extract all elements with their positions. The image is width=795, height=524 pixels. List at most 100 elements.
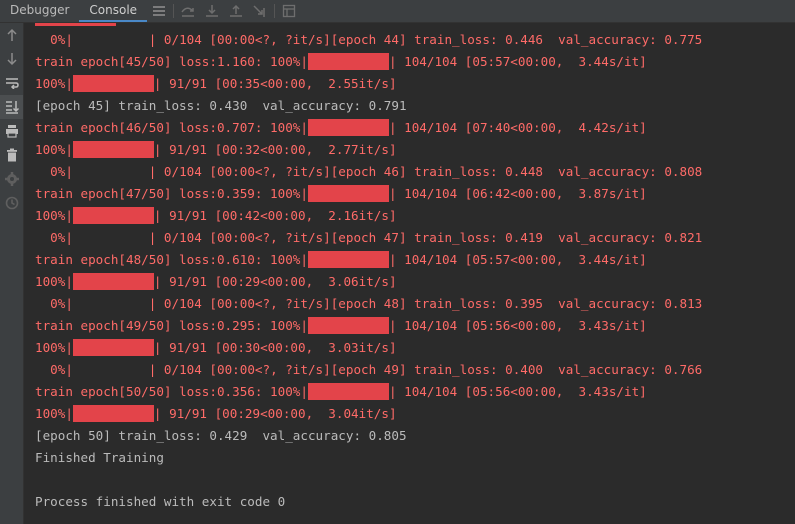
progress-bar-empty (73, 230, 149, 245)
toolbar-separator (274, 4, 276, 18)
console-line-suffix: | 91/91 [00:30<00:00, 3.03it/s] (153, 340, 397, 355)
console-line: 0%| | 0/104 [00:00<?, ?it/s][epoch 47] t… (35, 227, 702, 249)
console-line-text: 100%| (35, 208, 73, 223)
step-over-icon[interactable] (176, 0, 200, 22)
console-line: train epoch[49/50] loss:0.295: 100%| | 10… (35, 315, 702, 337)
soft-wrap-icon[interactable] (0, 71, 23, 95)
scroll-to-end-icon[interactable] (0, 95, 23, 119)
console-line: train epoch[50/50] loss:0.356: 100%| | 10… (35, 381, 702, 403)
console-line-suffix: | 91/91 [00:32<00:00, 2.77it/s] (153, 142, 397, 157)
console-line-suffix: | 104/104 [05:56<00:00, 3.43s/it] (388, 384, 647, 399)
console-line: 100%| | 91/91 [00:29<00:00, 3.06it/s] (35, 271, 702, 293)
progress-bar-empty (73, 32, 149, 47)
console-line-text: 100%| (35, 340, 73, 355)
step-out-icon[interactable] (224, 0, 248, 22)
settings-icon[interactable] (0, 167, 23, 191)
console-line-text: train epoch[50/50] loss:0.356: 100%| (35, 384, 308, 399)
console-line: [epoch 45] train_loss: 0.430 val_accurac… (35, 95, 702, 117)
console-line: train epoch[47/50] loss:0.359: 100%| | 10… (35, 183, 702, 205)
console-line-suffix: | 104/104 [05:57<00:00, 3.44s/it] (388, 252, 647, 267)
console-line: Finished Training (35, 447, 702, 469)
console-line-text: 0%| (35, 362, 73, 377)
progress-bar-fill (307, 53, 389, 70)
console-line-suffix: | 91/91 [00:29<00:00, 3.06it/s] (153, 274, 397, 289)
console-line-suffix: | 0/104 [00:00<?, ?it/s][epoch 47] train… (148, 230, 703, 245)
console-line-suffix: | 0/104 [00:00<?, ?it/s][epoch 44] train… (148, 32, 703, 47)
console-line-suffix: | 104/104 [05:57<00:00, 3.44s/it] (388, 54, 647, 69)
progress-bar-fill (72, 75, 154, 92)
console-line: 100%| | 91/91 [00:29<00:00, 3.04it/s] (35, 403, 702, 425)
console-line: 100%| | 91/91 [00:30<00:00, 3.03it/s] (35, 337, 702, 359)
console-line-text: 0%| (35, 164, 73, 179)
console-line-text: [epoch 50] train_loss: 0.429 val_accurac… (35, 428, 407, 443)
progress-bar-fill (72, 207, 154, 224)
console-line: 0%| | 0/104 [00:00<?, ?it/s][epoch 49] t… (35, 359, 702, 381)
arrow-up-icon[interactable] (0, 23, 23, 47)
console-line: 0%| | 0/104 [00:00<?, ?it/s][epoch 44] t… (35, 29, 702, 51)
progress-bar-fill (72, 141, 154, 158)
console-line-suffix: | 104/104 [05:56<00:00, 3.43s/it] (388, 318, 647, 333)
progress-bar-fill (307, 383, 389, 400)
progress-bar-fill (307, 119, 389, 136)
console-line-suffix: | 91/91 [00:35<00:00, 2.55it/s] (153, 76, 397, 91)
evaluate-icon[interactable] (277, 0, 301, 22)
console-line-text: train epoch[49/50] loss:0.295: 100%| (35, 318, 308, 333)
console-line-text: Finished Training (35, 450, 164, 465)
console-line-text: 0%| (35, 32, 73, 47)
console-line-suffix: | 0/104 [00:00<?, ?it/s][epoch 49] train… (148, 362, 703, 377)
tab-console[interactable]: Console (79, 0, 148, 22)
console-line-suffix: | 0/104 [00:00<?, ?it/s][epoch 46] train… (148, 164, 703, 179)
history-icon[interactable] (0, 191, 23, 215)
console-line: [epoch 50] train_loss: 0.429 val_accurac… (35, 425, 702, 447)
progress-bar-empty (73, 362, 149, 377)
progress-bar-fill (72, 339, 154, 356)
tab-debugger[interactable]: Debugger (0, 0, 79, 22)
console-line-text: train epoch[47/50] loss:0.359: 100%| (35, 186, 308, 201)
console-line: train epoch[45/50] loss:1.160: 100%| | 10… (35, 51, 702, 73)
console-line-text: 100%| (35, 406, 73, 421)
console-line: train epoch[46/50] loss:0.707: 100%| | 10… (35, 117, 702, 139)
print-icon[interactable] (0, 119, 23, 143)
progress-bar-fill (35, 23, 116, 26)
console-line: 100%| | 91/91 [00:42<00:00, 2.16it/s] (35, 205, 702, 227)
console-line: 100%| | 91/91 [00:35<00:00, 2.55it/s] (35, 73, 702, 95)
run-to-cursor-icon[interactable] (248, 0, 272, 22)
console-line-text: [epoch 45] train_loss: 0.430 val_accurac… (35, 98, 407, 113)
console-line: Process finished with exit code 0 (35, 491, 702, 513)
progress-bar-empty (73, 164, 149, 179)
console-line-text: 100%| (35, 274, 73, 289)
console-line-text: 0%| (35, 296, 73, 311)
console-sidebar (0, 23, 24, 524)
console-line-suffix: | 104/104 [07:40<00:00, 4.42s/it] (388, 120, 647, 135)
console-line: 0%| | 0/104 [00:00<?, ?it/s][epoch 46] t… (35, 161, 702, 183)
console-output[interactable]: 0%| | 0/104 [00:00<?, ?it/s][epoch 44] t… (24, 23, 795, 524)
tool-window-header: Debugger Console (0, 0, 795, 23)
progress-bar-fill (307, 317, 389, 334)
console-line-suffix: | 91/91 [00:29<00:00, 3.04it/s] (153, 406, 397, 421)
toolbar-separator (173, 4, 175, 18)
console-line-text: train epoch[46/50] loss:0.707: 100%| (35, 120, 308, 135)
progress-bar-fill (72, 273, 154, 290)
progress-bar-fill (307, 185, 389, 202)
progress-bar-empty (73, 296, 149, 311)
console-line-suffix: | 0/104 [00:00<?, ?it/s][epoch 48] train… (148, 296, 703, 311)
console-line: train epoch[48/50] loss:0.610: 100%| | 10… (35, 249, 702, 271)
console-line-text: train epoch[45/50] loss:1.160: 100%| (35, 54, 308, 69)
step-into-icon[interactable] (200, 0, 224, 22)
trash-icon[interactable] (0, 143, 23, 167)
console-line: 0%| | 0/104 [00:00<?, ?it/s][epoch 48] t… (35, 293, 702, 315)
progress-bar-fill (72, 405, 154, 422)
console-line-text: 100%| (35, 76, 73, 91)
threads-icon[interactable] (147, 0, 171, 22)
console-line-suffix: | 91/91 [00:42<00:00, 2.16it/s] (153, 208, 397, 223)
console-line-text: 100%| (35, 142, 73, 157)
console-line-text: 0%| (35, 230, 73, 245)
console-line: 100%| | 91/91 [00:32<00:00, 2.77it/s] (35, 139, 702, 161)
console-line-text: train epoch[48/50] loss:0.610: 100%| (35, 252, 308, 267)
progress-bar-fill (307, 251, 389, 268)
console-lines: 0%| | 0/104 [00:00<?, ?it/s][epoch 44] t… (35, 23, 702, 513)
console-line-text: Process finished with exit code 0 (35, 494, 286, 509)
console-line-suffix: | 104/104 [06:42<00:00, 3.87s/it] (388, 186, 647, 201)
arrow-down-icon[interactable] (0, 47, 23, 71)
